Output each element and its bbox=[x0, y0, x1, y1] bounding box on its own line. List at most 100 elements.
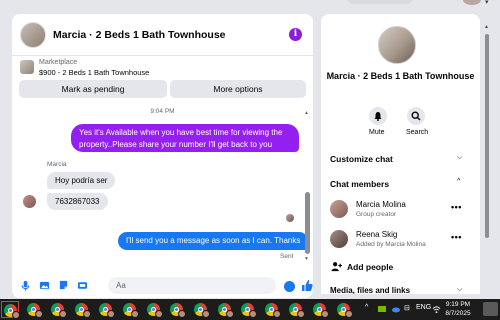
search-button[interactable] bbox=[407, 107, 425, 125]
listing-title: $900 - 2 Beds 1 Bath Townhouse bbox=[39, 68, 150, 77]
profile-badge bbox=[35, 310, 43, 318]
chevron-down-icon[interactable]: ⌵ bbox=[457, 154, 462, 162]
chrome-icon[interactable] bbox=[192, 301, 210, 318]
chrome-icon[interactable] bbox=[73, 301, 91, 318]
sticker-icon[interactable] bbox=[58, 280, 69, 291]
member-avatar[interactable] bbox=[330, 230, 348, 248]
profile-badge bbox=[107, 310, 115, 318]
clock-time: 9:19 PM bbox=[445, 301, 471, 308]
incoming-message[interactable]: 7632867033 bbox=[47, 193, 108, 210]
customize-chat-section[interactable]: Customize chat bbox=[330, 154, 393, 164]
chrome-icon[interactable] bbox=[287, 301, 305, 318]
top-bar-control[interactable] bbox=[348, 0, 412, 4]
member-name[interactable]: Marcia Molina bbox=[356, 200, 406, 209]
chrome-icon[interactable] bbox=[263, 301, 281, 318]
message-scroll-thumb[interactable] bbox=[305, 192, 310, 254]
profile-badge bbox=[178, 310, 186, 318]
add-people-button[interactable]: Add people bbox=[347, 262, 393, 272]
chevron-down-icon[interactable]: ⌵ bbox=[457, 286, 462, 294]
notification-icon[interactable] bbox=[483, 302, 498, 316]
sent-status: Sent bbox=[280, 253, 294, 260]
profile-badge bbox=[202, 310, 210, 318]
browser-top-strip: ▾ bbox=[0, 0, 500, 10]
chrome-icon[interactable] bbox=[97, 301, 115, 318]
profile-badge bbox=[12, 311, 20, 319]
outgoing-message[interactable]: Yes it's Available when you have best ti… bbox=[71, 124, 299, 161]
profile-badge bbox=[226, 310, 234, 318]
gif-icon[interactable] bbox=[77, 280, 88, 291]
mute-button[interactable] bbox=[369, 107, 387, 125]
sender-avatar[interactable] bbox=[23, 195, 36, 208]
profile-badge bbox=[297, 310, 305, 318]
more-icon[interactable]: ••• bbox=[451, 202, 462, 212]
search-label[interactable]: Search bbox=[406, 129, 428, 136]
member-avatar[interactable] bbox=[330, 200, 348, 218]
add-person-icon[interactable] bbox=[331, 261, 342, 272]
chat-panel: Marcia · 2 Beds 1 Bath Townhouse i Marke… bbox=[12, 14, 313, 298]
sender-name: Marcia bbox=[47, 161, 67, 168]
chat-members-section[interactable]: Chat members bbox=[330, 179, 389, 189]
profile-badge bbox=[155, 310, 163, 318]
cloud-icon[interactable] bbox=[391, 304, 401, 314]
profile-badge bbox=[321, 310, 329, 318]
chevron-up-icon[interactable]: ^ bbox=[457, 178, 460, 185]
chrome-icon[interactable] bbox=[121, 301, 139, 318]
more-icon[interactable]: ••• bbox=[451, 232, 462, 242]
usb-icon[interactable]: ⊟ bbox=[404, 304, 410, 312]
bell-icon bbox=[374, 112, 382, 121]
profile-badge bbox=[249, 310, 257, 318]
message-timestamp: 9:04 PM bbox=[150, 108, 175, 115]
listing-thumbnail bbox=[20, 60, 34, 74]
outgoing-message[interactable]: I'll send you a message as soon as I can… bbox=[118, 232, 309, 250]
more-options-button[interactable]: More options bbox=[170, 80, 306, 98]
member-role: Added by Marcia Molina bbox=[356, 241, 426, 248]
tray-overflow-icon[interactable]: ^ bbox=[365, 304, 368, 311]
language-indicator[interactable]: ENG bbox=[416, 304, 431, 311]
incoming-message[interactable]: Hoy podría ser bbox=[47, 172, 116, 189]
info-icon[interactable]: i bbox=[289, 28, 302, 41]
system-clock[interactable]: 9:19 PM 8/7/2025 bbox=[438, 300, 478, 318]
profile-badge bbox=[345, 310, 353, 318]
profile-badge bbox=[83, 310, 91, 318]
account-caret-icon[interactable]: ▾ bbox=[485, 0, 489, 6]
marketplace-listing[interactable]: Marketplace $900 - 2 Beds 1 Bath Townhou… bbox=[12, 57, 313, 79]
profile-badge bbox=[59, 310, 67, 318]
conversation-avatar-large[interactable] bbox=[378, 26, 416, 64]
chrome-icon[interactable] bbox=[1, 301, 20, 319]
message-input[interactable] bbox=[108, 277, 276, 294]
media-files-links-section[interactable]: Media, files and links bbox=[330, 286, 410, 294]
chrome-icon[interactable] bbox=[239, 301, 257, 318]
image-icon[interactable] bbox=[39, 280, 50, 291]
chrome-icon[interactable] bbox=[145, 301, 163, 318]
profile-badge bbox=[273, 310, 281, 318]
emoji-icon[interactable] bbox=[284, 281, 295, 292]
conversation-title[interactable]: Marcia · 2 Beds 1 Bath Townhouse bbox=[53, 29, 226, 41]
chrome-icon[interactable] bbox=[168, 301, 186, 318]
conversation-info-panel: Marcia · 2 Beds 1 Bath Townhouse Mute Se… bbox=[321, 14, 480, 294]
search-icon bbox=[411, 111, 421, 121]
chrome-icon[interactable] bbox=[49, 301, 67, 318]
mic-icon[interactable] bbox=[20, 280, 31, 291]
conversation-avatar[interactable] bbox=[20, 22, 46, 48]
windows-taskbar: ^ ⊟ ENG 9:19 PM 8/7/2025 bbox=[0, 299, 500, 320]
chat-header: Marcia · 2 Beds 1 Bath Townhouse i bbox=[12, 14, 313, 56]
seen-avatar bbox=[286, 214, 294, 222]
profile-badge bbox=[131, 310, 139, 318]
chrome-icon[interactable] bbox=[335, 301, 353, 318]
marketplace-label: Marketplace bbox=[39, 59, 78, 66]
account-avatar[interactable] bbox=[463, 0, 481, 5]
mark-as-pending-button[interactable]: Mark as pending bbox=[19, 80, 167, 98]
mute-label[interactable]: Mute bbox=[369, 129, 385, 136]
member-role: Group creator bbox=[356, 211, 397, 218]
chrome-icon[interactable] bbox=[216, 301, 234, 318]
like-icon[interactable] bbox=[301, 279, 313, 292]
gpu-icon[interactable] bbox=[377, 304, 387, 314]
scroll-down-icon[interactable]: ▼ bbox=[304, 256, 309, 262]
chrome-icon[interactable] bbox=[311, 301, 329, 318]
page-scroll-thumb[interactable] bbox=[485, 34, 489, 238]
chrome-icon[interactable] bbox=[25, 301, 43, 318]
member-name[interactable]: Reena Skig bbox=[356, 230, 397, 239]
message-composer bbox=[12, 272, 313, 298]
clock-date: 8/7/2025 bbox=[445, 310, 471, 317]
info-title: Marcia · 2 Beds 1 Bath Townhouse bbox=[326, 71, 475, 81]
